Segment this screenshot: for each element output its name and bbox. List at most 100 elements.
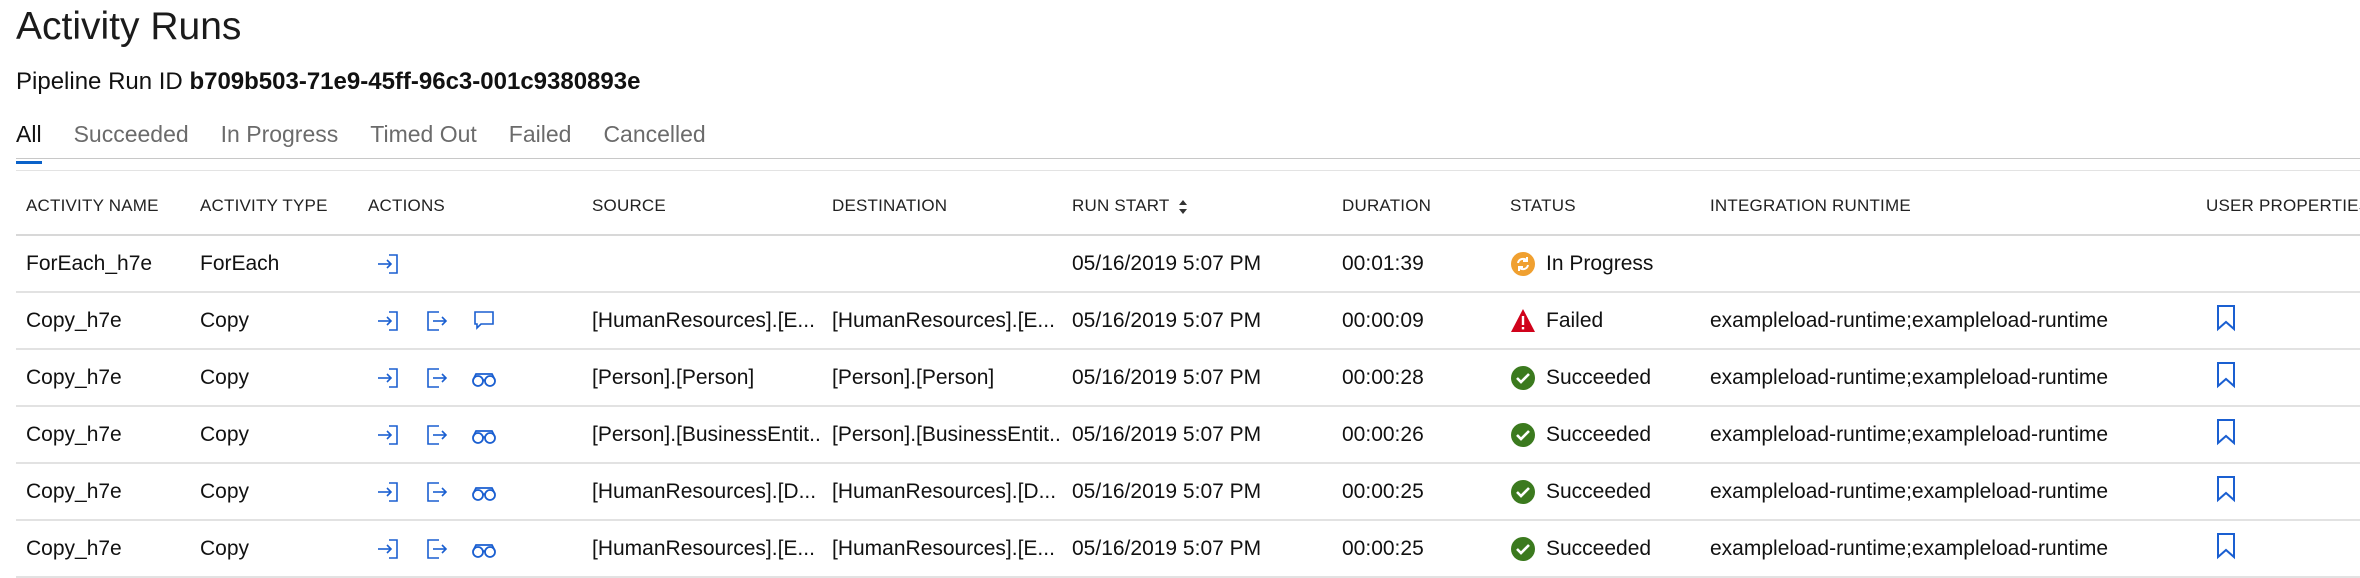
view-input-button[interactable] (374, 364, 402, 392)
cell-duration: 00:00:25 (1332, 520, 1500, 578)
view-output-button[interactable] (422, 478, 450, 506)
input-icon (376, 423, 400, 447)
table-row[interactable]: ForEach_h7e ForEach 05/16/2019 5:07 PM 0… (16, 235, 2360, 293)
cell-run-start: 05/16/2019 5:07 PM (1062, 235, 1332, 293)
cell-activity-name: ForEach_h7e (16, 235, 190, 293)
view-output-button[interactable] (422, 364, 450, 392)
cell-activity-type: Copy (190, 349, 358, 407)
status-label: In Progress (1546, 251, 1654, 275)
cell-user-properties (2196, 463, 2360, 521)
cell-source: [Person].[Person] (582, 349, 822, 407)
tab-all[interactable]: All (16, 118, 42, 164)
user-properties-button[interactable] (2214, 475, 2242, 505)
tab-succeeded[interactable]: Succeeded (74, 118, 189, 158)
cell-duration: 00:01:39 (1332, 235, 1500, 293)
cell-activity-name: Copy_h7e (16, 406, 190, 464)
cell-activity-name: Copy_h7e (16, 292, 190, 350)
status-filter-tabs: All Succeeded In Progress Timed Out Fail… (16, 118, 706, 164)
cell-activity-name: Copy_h7e (16, 463, 190, 521)
cell-destination: [HumanResources].[D... (822, 463, 1062, 521)
tab-timed-out[interactable]: Timed Out (370, 118, 477, 158)
table-top-divider (16, 170, 2360, 171)
user-properties-button[interactable] (2214, 361, 2242, 391)
output-icon (424, 480, 448, 504)
view-details-button[interactable] (470, 421, 498, 449)
cell-source: [Person].[BusinessEntit... (582, 406, 822, 464)
table-row[interactable]: Copy_h7e Copy [Person].[BusinessEntit...… (16, 406, 2360, 464)
cell-status: Failed (1500, 292, 1700, 350)
cell-destination (822, 235, 1062, 293)
tab-in-progress[interactable]: In Progress (221, 118, 339, 158)
table-row[interactable]: Copy_h7e Copy [Person].[Person] [Person]… (16, 349, 2360, 407)
table-row[interactable]: Copy_h7e Copy [HumanResources].[E... [Hu… (16, 292, 2360, 350)
details-glasses-icon (470, 480, 498, 504)
table-header-row: ACTIVITY NAME ACTIVITY TYPE ACTIONS SOUR… (16, 178, 2360, 236)
view-input-button[interactable] (374, 535, 402, 563)
view-input-button[interactable] (374, 250, 402, 278)
cell-user-properties (2196, 292, 2360, 350)
table-row[interactable]: Copy_h7e Copy [HumanResources].[D... [Hu… (16, 463, 2360, 521)
header-activity-type[interactable]: ACTIVITY TYPE (190, 178, 358, 236)
header-duration[interactable]: DURATION (1332, 178, 1500, 236)
view-details-button[interactable] (470, 478, 498, 506)
cell-user-properties (2196, 406, 2360, 464)
details-glasses-icon (470, 366, 498, 390)
cell-source: [HumanResources].[E... (582, 292, 822, 350)
pipeline-run-id: Pipeline Run ID b709b503-71e9-45ff-96c3-… (16, 66, 640, 98)
user-properties-button[interactable] (2214, 304, 2242, 334)
cell-source: [HumanResources].[E... (582, 520, 822, 578)
view-output-button[interactable] (422, 535, 450, 563)
header-actions: ACTIONS (358, 178, 582, 236)
cell-integration-runtime: exampleload-runtime;exampleload-runtime (1700, 349, 2196, 407)
header-user-properties: USER PROPERTIES (2196, 178, 2360, 236)
cell-destination: [HumanResources].[E... (822, 520, 1062, 578)
cell-integration-runtime: exampleload-runtime;exampleload-runtime (1700, 463, 2196, 521)
view-output-button[interactable] (422, 421, 450, 449)
cell-run-start: 05/16/2019 5:07 PM (1062, 463, 1332, 521)
tab-cancelled[interactable]: Cancelled (603, 118, 705, 158)
view-details-button[interactable] (470, 535, 498, 563)
output-icon (424, 309, 448, 333)
cell-integration-runtime: exampleload-runtime;exampleload-runtime (1700, 520, 2196, 578)
cell-run-start: 05/16/2019 5:07 PM (1062, 406, 1332, 464)
cell-destination: [Person].[BusinessEntit... (822, 406, 1062, 464)
cell-actions (358, 349, 582, 407)
page-title: Activity Runs (16, 5, 242, 48)
table-row[interactable]: Copy_h7e Copy [HumanResources].[E... [Hu… (16, 520, 2360, 578)
bookmark-icon (2214, 418, 2238, 448)
cell-activity-type: Copy (190, 292, 358, 350)
cell-status: Succeeded (1500, 349, 1700, 407)
cell-duration: 00:00:25 (1332, 463, 1500, 521)
cell-run-start: 05/16/2019 5:07 PM (1062, 292, 1332, 350)
output-icon (424, 366, 448, 390)
status-label: Failed (1546, 308, 1604, 332)
cell-activity-type: Copy (190, 463, 358, 521)
tab-failed[interactable]: Failed (509, 118, 572, 158)
view-details-button[interactable] (470, 364, 498, 392)
in-progress-icon (1510, 251, 1536, 277)
bookmark-icon (2214, 304, 2238, 334)
cell-duration: 00:00:09 (1332, 292, 1500, 350)
cell-user-properties (2196, 349, 2360, 407)
status-label: Succeeded (1546, 422, 1652, 446)
user-properties-button[interactable] (2214, 418, 2242, 448)
user-properties-button[interactable] (2214, 532, 2242, 562)
cell-activity-name: Copy_h7e (16, 520, 190, 578)
view-input-button[interactable] (374, 478, 402, 506)
header-status[interactable]: STATUS (1500, 178, 1700, 236)
header-source[interactable]: SOURCE (582, 178, 822, 236)
view-input-button[interactable] (374, 307, 402, 335)
view-input-button[interactable] (374, 421, 402, 449)
succeeded-icon (1510, 365, 1536, 391)
details-glasses-icon (470, 537, 498, 561)
view-output-button[interactable] (422, 307, 450, 335)
view-error-button[interactable] (470, 307, 498, 335)
header-integration-runtime[interactable]: INTEGRATION RUNTIME (1700, 178, 2196, 236)
header-destination[interactable]: DESTINATION (822, 178, 1062, 236)
header-run-start[interactable]: RUN START (1062, 178, 1332, 236)
run-id-value: b709b503-71e9-45ff-96c3-001c9380893e (189, 68, 641, 95)
cell-status: Succeeded (1500, 520, 1700, 578)
header-activity-name[interactable]: ACTIVITY NAME (16, 178, 190, 236)
output-icon (424, 537, 448, 561)
sort-icon[interactable] (1178, 199, 1188, 215)
